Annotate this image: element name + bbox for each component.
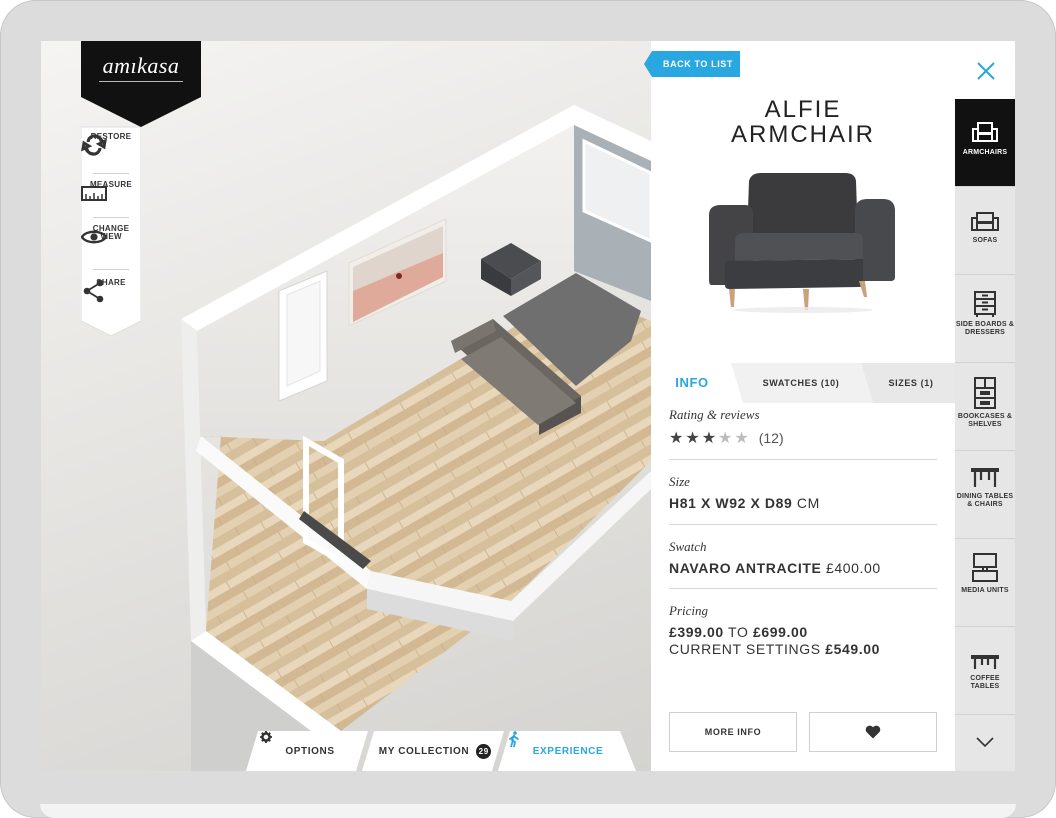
scene-bottom-bar: OPTIONS MY COLLECTION 29 EXPERIENCE bbox=[246, 731, 636, 771]
size-heading: Size bbox=[669, 474, 690, 489]
category-label: MEDIA UNITS bbox=[961, 587, 1009, 594]
pricing-heading: Pricing bbox=[669, 603, 708, 618]
star-icon: ★ bbox=[685, 430, 702, 447]
category-sideboards[interactable]: SIDE BOARDS & DRESSERS bbox=[955, 275, 1015, 363]
toolbar-divider bbox=[93, 217, 129, 218]
favourite-button[interactable] bbox=[809, 712, 937, 752]
dining-table-icon bbox=[971, 468, 999, 487]
app-screen: amıkasa RESTORE MEASURE CHANGE VIEW SHAR… bbox=[41, 41, 1015, 771]
price-from: £399.00 bbox=[669, 624, 724, 640]
options-button[interactable]: OPTIONS bbox=[260, 731, 360, 771]
pricing-range: £399.00 TO £699.00 bbox=[669, 624, 937, 641]
review-count[interactable]: (12) bbox=[759, 430, 784, 446]
experience-button[interactable]: EXPERIENCE bbox=[508, 731, 628, 771]
chevron-down-icon bbox=[976, 737, 994, 747]
back-to-list-label: BACK TO LIST bbox=[662, 59, 734, 69]
swatch-value: NAVARO ANTRACITE £400.00 bbox=[669, 560, 937, 576]
category-label: DINING TABLES & CHAIRS bbox=[956, 493, 1014, 508]
category-label: BOOKCASES & SHELVES bbox=[957, 413, 1013, 428]
size-unit: CM bbox=[792, 495, 820, 511]
star-icon: ★ bbox=[669, 430, 686, 447]
toolbar-divider bbox=[93, 269, 129, 270]
restore-icon bbox=[81, 134, 107, 156]
category-label: ARMCHAIRS bbox=[962, 149, 1008, 156]
category-label: SIDE BOARDS & DRESSERS bbox=[955, 321, 1015, 336]
category-bookcases[interactable]: BOOKCASES & SHELVES bbox=[955, 363, 1015, 451]
price-to-word: TO bbox=[723, 624, 753, 640]
swatch-heading: Swatch bbox=[669, 539, 707, 554]
tab-swatches[interactable]: SWATCHES (10) bbox=[741, 363, 861, 403]
my-collection-label: MY COLLECTION bbox=[378, 745, 470, 757]
gear-icon bbox=[260, 731, 272, 743]
category-media-units[interactable]: MEDIA UNITS bbox=[955, 539, 1015, 627]
share-icon bbox=[83, 279, 104, 303]
logo-rule bbox=[99, 81, 183, 82]
size-dimensions: H81 X W92 X D89 bbox=[669, 495, 793, 511]
bookcase-icon bbox=[974, 377, 996, 409]
change-view-button[interactable]: CHANGE VIEW bbox=[81, 225, 141, 244]
share-button[interactable]: SHARE bbox=[81, 279, 141, 303]
star-icon: ★ bbox=[701, 430, 719, 447]
dresser-icon bbox=[974, 291, 996, 317]
pricing-section: Pricing £399.00 TO £699.00 CURRENT SETTI… bbox=[669, 589, 937, 669]
swatch-price: £400.00 bbox=[821, 560, 881, 576]
category-label: COFFEE TABLES bbox=[970, 675, 1000, 690]
experience-label: EXPERIENCE bbox=[532, 745, 604, 757]
tablet-frame: amıkasa RESTORE MEASURE CHANGE VIEW SHAR… bbox=[0, 0, 1056, 818]
armchair-product-image bbox=[709, 173, 895, 313]
rating-section: Rating & reviews ★ ★ ★ ★ ★ (12) bbox=[669, 403, 937, 460]
armchair-icon bbox=[972, 122, 998, 142]
toolbar-divider bbox=[93, 173, 129, 174]
sofa-icon bbox=[971, 212, 999, 231]
category-label: SOFAS bbox=[972, 237, 998, 244]
close-icon[interactable] bbox=[975, 60, 997, 82]
logo-text: amıkasa bbox=[102, 53, 180, 78]
star-empty-icon: ★ bbox=[718, 430, 735, 447]
collection-count-badge: 29 bbox=[476, 743, 492, 759]
rating-heading: Rating & reviews bbox=[669, 407, 760, 422]
tab-sizes[interactable]: SIZES (1) bbox=[869, 363, 953, 403]
swatch-section: Swatch NAVARO ANTRACITE £400.00 bbox=[669, 525, 937, 589]
category-coffee-tables[interactable]: COFFEE TABLES bbox=[955, 627, 1015, 715]
product-actions: MORE INFO bbox=[669, 712, 937, 752]
product-detail-panel: ALFIE ARMCHAIR INFO SWATCHES (10) SIZES … bbox=[651, 41, 955, 771]
category-scroll-down[interactable] bbox=[955, 715, 1015, 771]
coffee-table-icon bbox=[971, 655, 999, 669]
category-sidebar: ARMCHAIRS SOFAS SIDE BOARDS & DRESSERS B… bbox=[955, 99, 1015, 771]
category-dining[interactable]: DINING TABLES & CHAIRS bbox=[955, 451, 1015, 539]
walking-person-icon bbox=[509, 731, 519, 747]
restore-button[interactable]: RESTORE bbox=[81, 133, 141, 156]
media-unit-icon bbox=[972, 553, 998, 582]
eye-icon bbox=[81, 230, 107, 244]
room-3d-view[interactable]: amıkasa RESTORE MEASURE CHANGE VIEW SHAR… bbox=[41, 41, 651, 771]
more-info-label: MORE INFO bbox=[704, 727, 762, 737]
star-rating[interactable]: ★ ★ ★ ★ ★ (12) bbox=[669, 428, 937, 448]
size-section: Size H81 X W92 X D89 CM bbox=[669, 460, 937, 525]
current-settings-label: CURRENT SETTINGS bbox=[669, 641, 826, 657]
back-to-list-button[interactable]: BACK TO LIST bbox=[644, 51, 740, 77]
current-price: £549.00 bbox=[825, 641, 880, 657]
product-tabs: INFO SWATCHES (10) SIZES (1) bbox=[651, 363, 955, 403]
pricing-current: CURRENT SETTINGS £549.00 bbox=[669, 641, 937, 658]
more-info-button[interactable]: MORE INFO bbox=[669, 712, 797, 752]
category-sofas[interactable]: SOFAS bbox=[955, 187, 1015, 275]
my-collection-button[interactable]: MY COLLECTION 29 bbox=[370, 731, 500, 771]
tab-info[interactable]: INFO bbox=[651, 363, 733, 403]
brand-logo[interactable]: amıkasa bbox=[81, 41, 201, 127]
ruler-icon bbox=[81, 186, 107, 201]
category-armchairs[interactable]: ARMCHAIRS bbox=[955, 99, 1015, 187]
swatch-name: NAVARO ANTRACITE bbox=[669, 560, 822, 576]
product-title-line1: ALFIE bbox=[764, 96, 842, 123]
options-label: OPTIONS bbox=[285, 745, 335, 757]
scene-toolbar: RESTORE MEASURE CHANGE VIEW SHARE bbox=[81, 121, 141, 336]
size-value: H81 X W92 X D89 CM bbox=[669, 495, 937, 511]
price-to: £699.00 bbox=[752, 624, 808, 640]
product-title: ALFIE ARMCHAIR bbox=[651, 97, 955, 147]
star-empty-icon: ★ bbox=[734, 430, 751, 447]
product-title-line2: ARMCHAIR bbox=[730, 121, 875, 148]
measure-button[interactable]: MEASURE bbox=[81, 181, 141, 201]
heart-icon bbox=[865, 725, 881, 739]
